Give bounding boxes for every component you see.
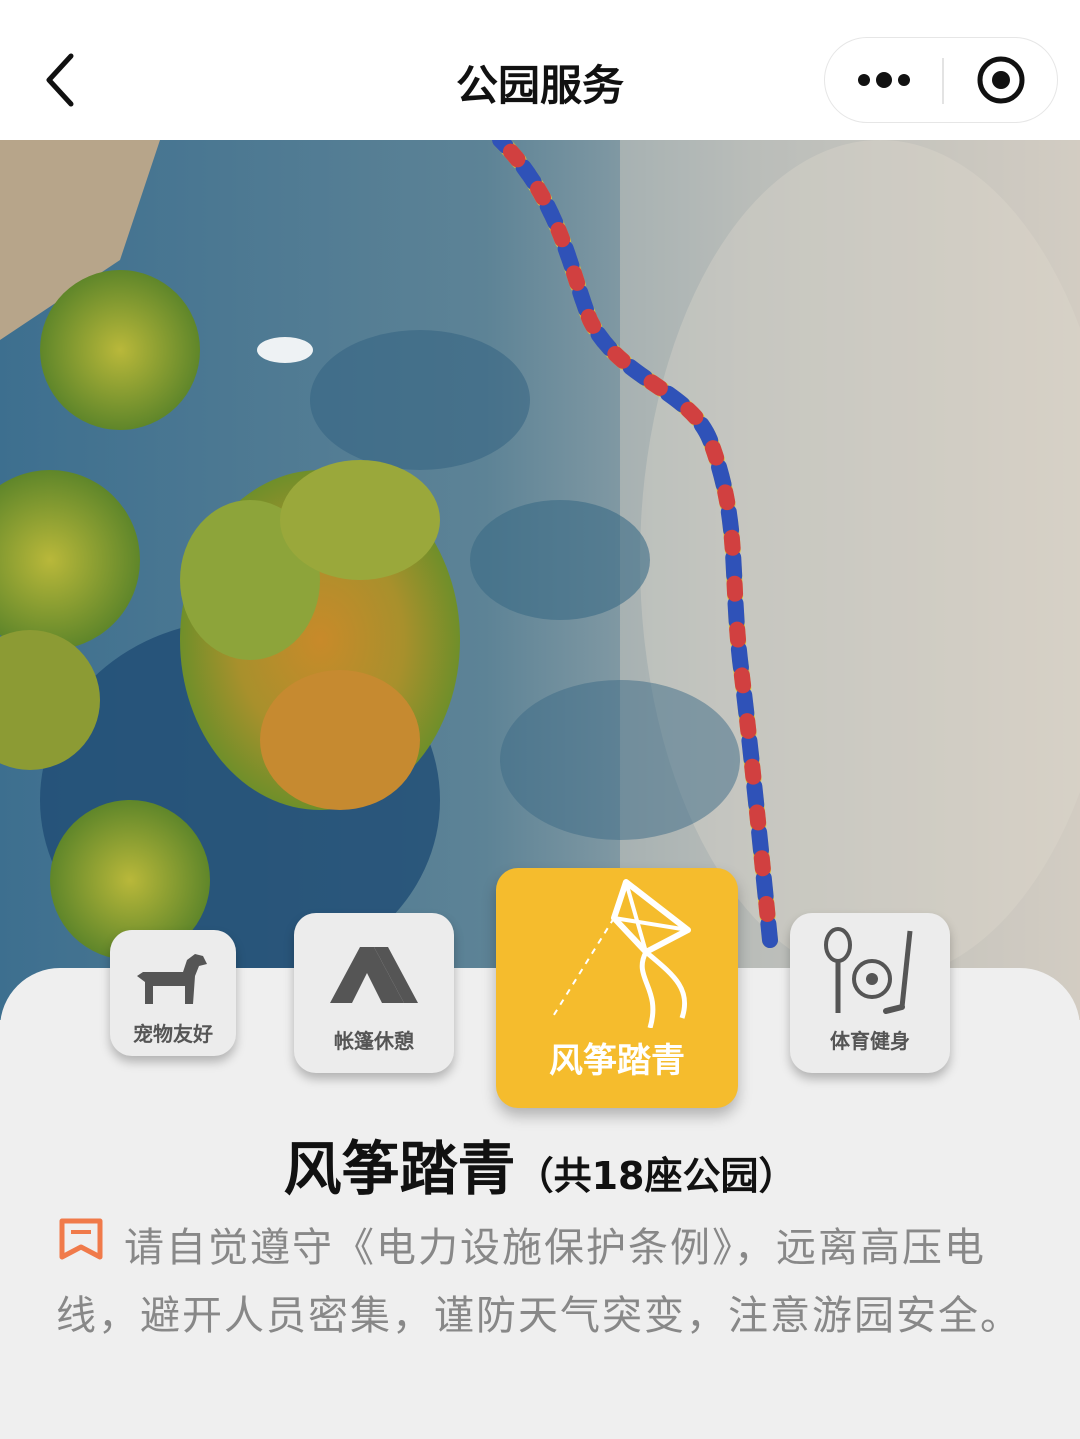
section-park-count: （共18座公园） <box>515 1154 797 1198</box>
navbar: 公园服务 <box>0 0 1080 140</box>
category-sports[interactable]: 体育健身 <box>790 913 950 1073</box>
category-pet-friendly[interactable]: 宠物友好 <box>110 930 236 1056</box>
dog-icon <box>137 954 207 1004</box>
tent-icon <box>330 947 418 1003</box>
section-title-main: 风筝踏青 <box>283 1135 516 1203</box>
section-title: 风筝踏青（共18座公园） <box>0 1122 1080 1206</box>
bookmark-icon <box>59 1218 103 1260</box>
sports-icon <box>824 927 913 1014</box>
kite-icon <box>551 879 691 1028</box>
category-label: 体育健身 <box>830 1029 910 1053</box>
mini-program-capsule <box>824 37 1058 123</box>
safety-notice: 请自觉遵守《电力设施保护条例》，远离高压电线，避开人员密集，谨防天气突变，注意游… <box>56 1214 1036 1350</box>
category-label: 风筝踏青 <box>549 1041 685 1081</box>
more-dots-icon <box>857 72 910 88</box>
category-kite[interactable]: 风筝踏青 <box>496 868 738 1108</box>
category-label: 帐篷休憩 <box>334 1029 414 1053</box>
close-button[interactable] <box>944 38 1057 122</box>
category-label: 宠物友好 <box>133 1022 213 1046</box>
notice-text: 请自觉遵守《电力设施保护条例》，远离高压电线，避开人员密集，谨防天气突变，注意游… <box>56 1225 1022 1339</box>
category-tent[interactable]: 帐篷休憩 <box>294 913 454 1073</box>
more-button[interactable] <box>825 38 942 122</box>
target-circle-icon <box>977 56 1024 104</box>
